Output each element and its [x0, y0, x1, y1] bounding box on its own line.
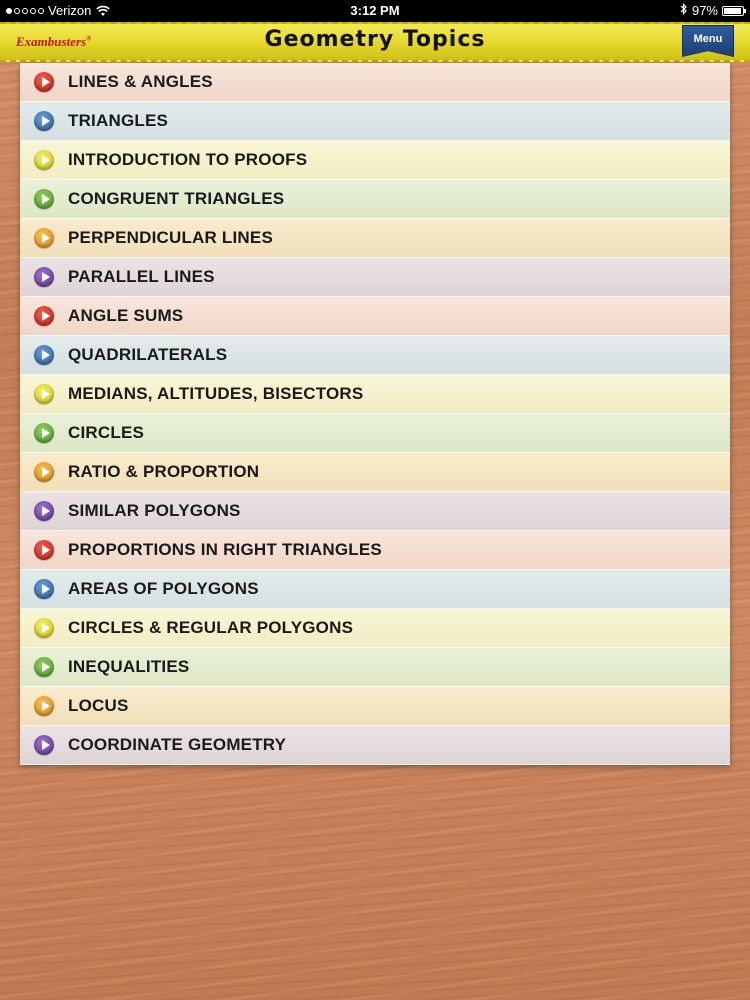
- topic-row[interactable]: RATIO & PROPORTION: [20, 453, 730, 492]
- bluetooth-icon: [680, 3, 688, 18]
- topic-label: RATIO & PROPORTION: [68, 462, 260, 481]
- topic-label: QUADRILATERALS: [68, 345, 228, 364]
- play-circle-icon: [34, 696, 54, 716]
- play-circle-icon: [34, 345, 54, 365]
- topic-label: INEQUALITIES: [68, 657, 190, 676]
- topic-label: CIRCLES: [68, 423, 145, 442]
- topic-row[interactable]: LOCUS: [20, 687, 730, 726]
- topic-label: PERPENDICULAR LINES: [68, 228, 273, 247]
- play-circle-icon: [34, 657, 54, 677]
- play-circle-icon: [34, 267, 54, 287]
- topic-label: ANGLE SUMS: [68, 306, 184, 325]
- play-circle-icon: [34, 228, 54, 248]
- status-right: 97%: [680, 3, 746, 18]
- status-time: 3:12 PM: [350, 3, 400, 18]
- play-circle-icon: [34, 72, 54, 92]
- topic-label: PARALLEL LINES: [68, 267, 215, 286]
- topic-row[interactable]: PERPENDICULAR LINES: [20, 219, 730, 258]
- topic-row[interactable]: LINES & ANGLES: [20, 63, 730, 102]
- play-circle-icon: [34, 462, 54, 482]
- topic-row[interactable]: SIMILAR POLYGONS: [20, 492, 730, 531]
- battery-level: [724, 7, 742, 14]
- app-header: Exambusters® Geometry Topics Menu: [0, 22, 750, 62]
- topic-row[interactable]: PARALLEL LINES: [20, 258, 730, 297]
- topic-row[interactable]: CONGRUENT TRIANGLES: [20, 180, 730, 219]
- topic-label: COORDINATE GEOMETRY: [68, 735, 287, 754]
- play-circle-icon: [34, 735, 54, 755]
- topic-label: SIMILAR POLYGONS: [68, 501, 241, 520]
- topic-row[interactable]: CIRCLES & REGULAR POLYGONS: [20, 609, 730, 648]
- battery-percent: 97%: [691, 3, 718, 18]
- topic-row[interactable]: TRIANGLES: [20, 102, 730, 141]
- play-circle-icon: [34, 306, 54, 326]
- play-circle-icon: [34, 150, 54, 170]
- topic-row[interactable]: CIRCLES: [20, 414, 730, 453]
- page-title: Geometry Topics: [264, 27, 486, 52]
- topic-label: LINES & ANGLES: [68, 72, 213, 91]
- play-circle-icon: [34, 501, 54, 521]
- menu-button[interactable]: Menu: [682, 25, 734, 57]
- topic-label: PROPORTIONS IN RIGHT TRIANGLES: [68, 540, 382, 559]
- status-bar: Verizon 3:12 PM 97%: [0, 0, 750, 22]
- play-circle-icon: [34, 579, 54, 599]
- battery-icon: [722, 5, 746, 16]
- topic-label: AREAS OF POLYGONS: [68, 579, 259, 598]
- topic-row[interactable]: INEQUALITIES: [20, 648, 730, 687]
- play-circle-icon: [34, 384, 54, 404]
- topic-row[interactable]: MEDIANS, ALTITUDES, BISECTORS: [20, 375, 730, 414]
- play-circle-icon: [34, 189, 54, 209]
- topic-list: LINES & ANGLES TRIANGLES INTRODUCTION TO P…: [20, 63, 730, 765]
- play-circle-icon: [34, 618, 54, 638]
- play-circle-icon: [34, 423, 54, 443]
- topic-row[interactable]: INTRODUCTION TO PROOFS: [20, 141, 730, 180]
- topic-label: INTRODUCTION TO PROOFS: [68, 150, 308, 169]
- topic-row[interactable]: COORDINATE GEOMETRY: [20, 726, 730, 765]
- topic-row[interactable]: ANGLE SUMS: [20, 297, 730, 336]
- play-circle-icon: [34, 111, 54, 131]
- topic-label: TRIANGLES: [68, 111, 169, 130]
- topic-row[interactable]: QUADRILATERALS: [20, 336, 730, 375]
- topic-label: LOCUS: [68, 696, 129, 715]
- topic-label: MEDIANS, ALTITUDES, BISECTORS: [68, 384, 364, 403]
- topic-label: CIRCLES & REGULAR POLYGONS: [68, 618, 354, 637]
- play-circle-icon: [34, 540, 54, 560]
- topic-row[interactable]: PROPORTIONS IN RIGHT TRIANGLES: [20, 531, 730, 570]
- topic-label: CONGRUENT TRIANGLES: [68, 189, 285, 208]
- topic-row[interactable]: AREAS OF POLYGONS: [20, 570, 730, 609]
